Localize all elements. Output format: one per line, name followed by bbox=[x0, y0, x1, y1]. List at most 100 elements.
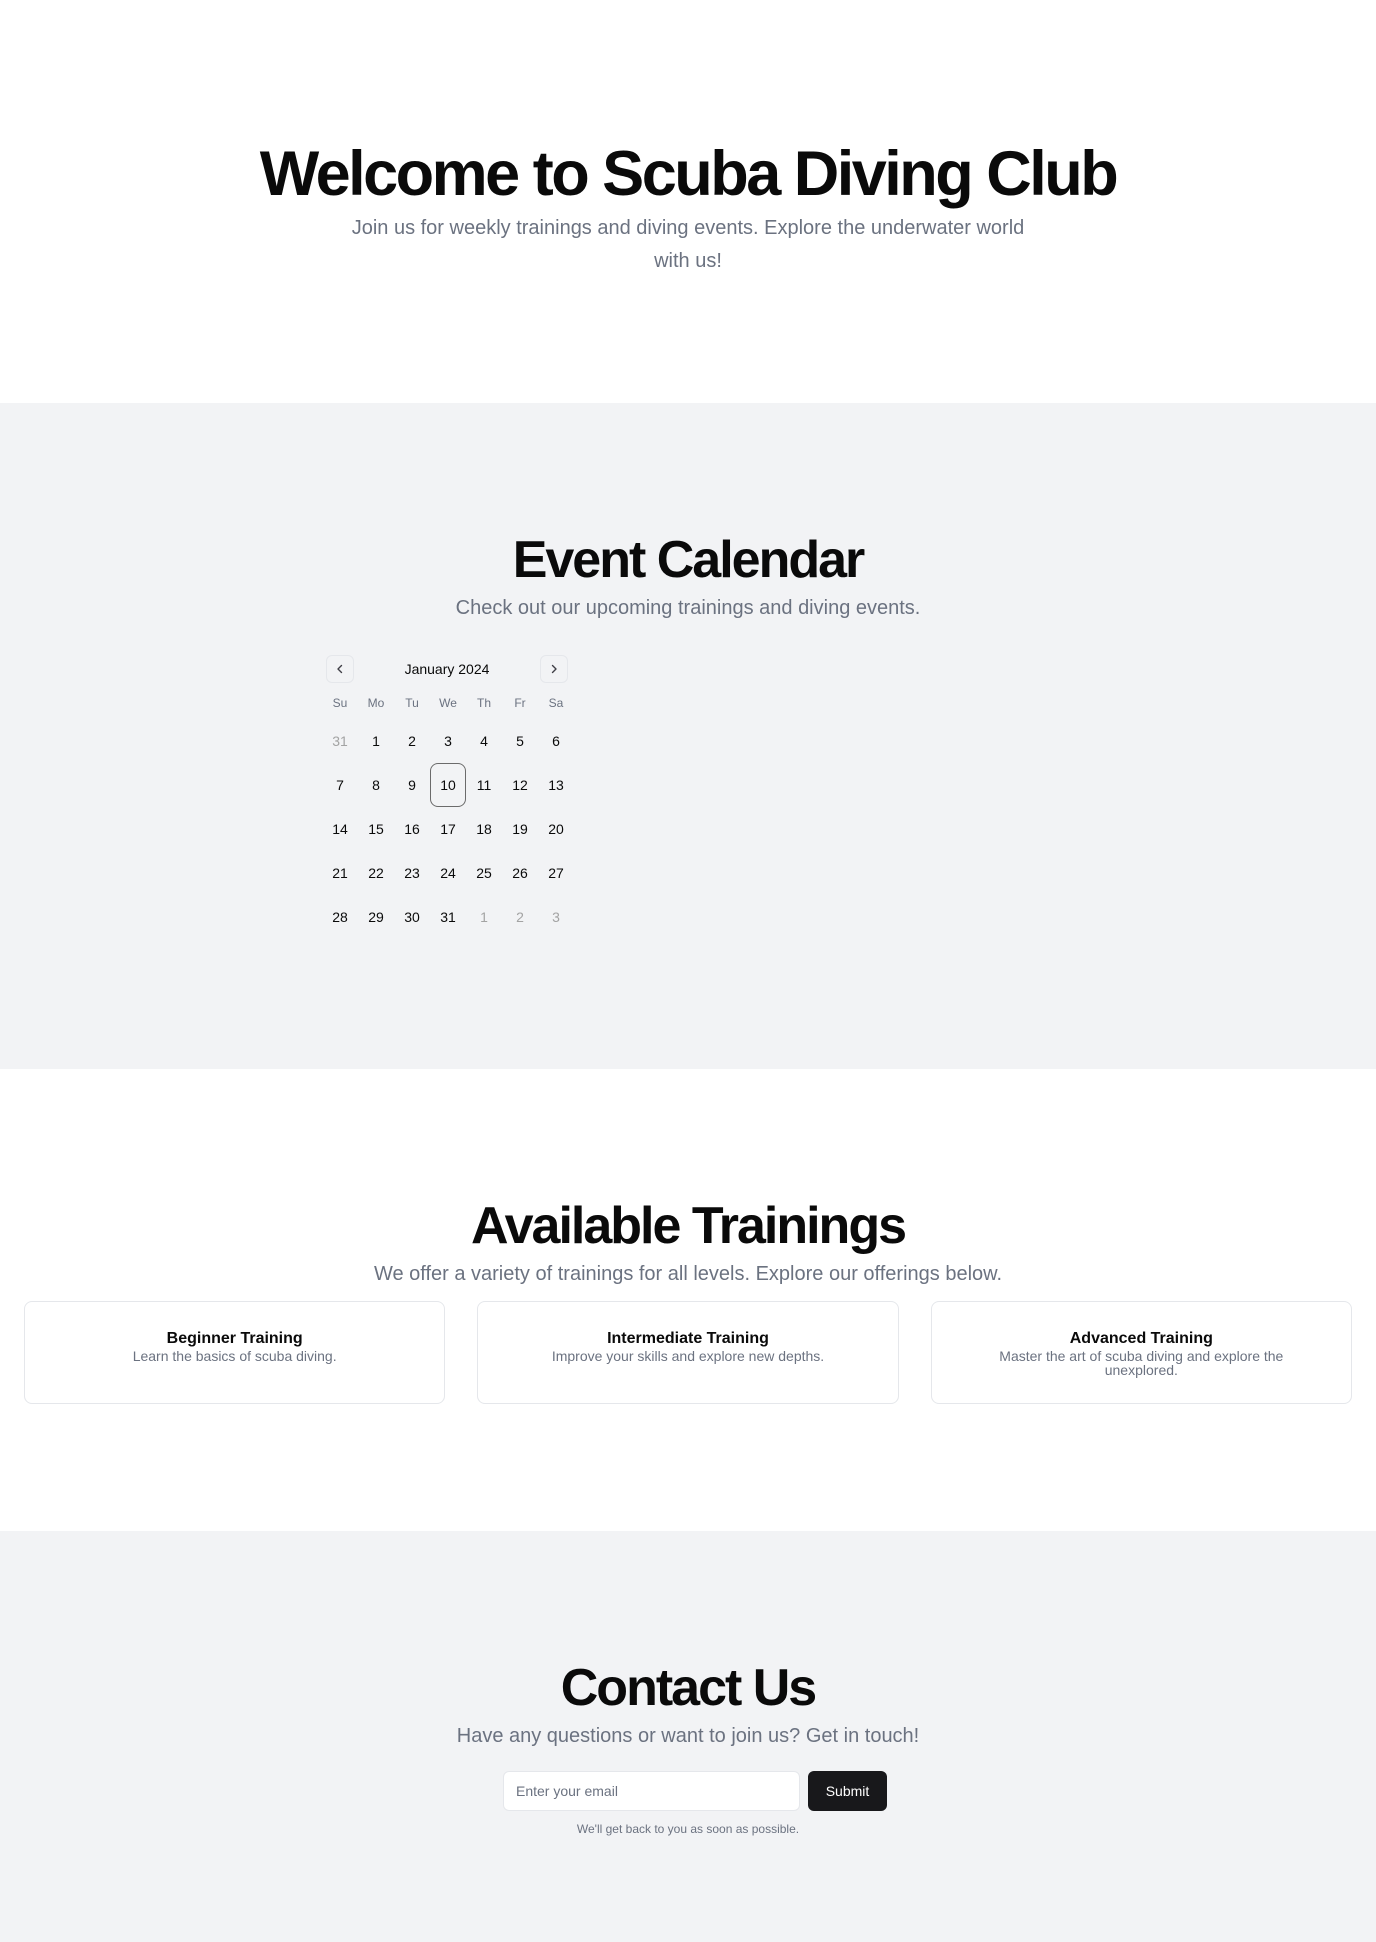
calendar-section-title: Event Calendar bbox=[512, 531, 866, 589]
hero-section: Welcome to Scuba Diving Club Join us for… bbox=[0, 0, 1376, 403]
training-card-description: Improve your skills and explore new dept… bbox=[551, 1348, 825, 1364]
training-card-intermediate: Intermediate Training Improve your skill… bbox=[477, 1301, 899, 1404]
calendar-day[interactable]: 2 bbox=[394, 719, 430, 763]
calendar-day-label: 23 bbox=[404, 865, 420, 881]
calendar-day-outside[interactable]: 1 bbox=[466, 895, 502, 939]
calendar-day[interactable]: 27 bbox=[538, 851, 574, 895]
hero-subtitle: Join us for weekly trainings and diving … bbox=[351, 217, 1025, 272]
calendar-day-label: 14 bbox=[332, 821, 348, 837]
calendar-day-label: 5 bbox=[516, 733, 524, 749]
calendar-day[interactable]: 17 bbox=[430, 807, 466, 851]
calendar-day-label: 25 bbox=[476, 865, 492, 881]
calendar-day-label: 31 bbox=[332, 733, 348, 749]
calendar-day[interactable]: 8 bbox=[358, 763, 394, 807]
calendar-day-label: 2 bbox=[516, 909, 524, 925]
calendar-day-label: 3 bbox=[444, 733, 452, 749]
calendar-day[interactable]: 3 bbox=[430, 719, 466, 763]
calendar-day-label: 11 bbox=[476, 777, 492, 793]
calendar-day-label: 1 bbox=[480, 909, 488, 925]
calendar-day-outside[interactable]: 31 bbox=[322, 719, 358, 763]
calendar-day-label: 30 bbox=[404, 909, 420, 925]
calendar-day[interactable]: 26 bbox=[502, 851, 538, 895]
calendar-day[interactable]: 9 bbox=[394, 763, 430, 807]
calendar-day-label: 6 bbox=[552, 733, 560, 749]
calendar-day-label: 7 bbox=[336, 777, 344, 793]
calendar-day-label: 13 bbox=[548, 777, 564, 793]
calendar-day-label: 15 bbox=[368, 821, 384, 837]
calendar-day[interactable]: 24 bbox=[430, 851, 466, 895]
calendar-day[interactable]: 12 bbox=[502, 763, 538, 807]
trainings-section-subtitle: We offer a variety of trainings for all … bbox=[373, 1263, 1003, 1285]
calendar-day[interactable]: 4 bbox=[466, 719, 502, 763]
previous-month-button[interactable] bbox=[326, 655, 354, 683]
calendar-day-outside[interactable]: 3 bbox=[538, 895, 574, 939]
calendar-day[interactable]: 23 bbox=[394, 851, 430, 895]
calendar-weekdays: Su Mo Tu We Th Fr Sa bbox=[322, 695, 570, 711]
calendar-day[interactable]: 16 bbox=[394, 807, 430, 851]
weekday-label: Su bbox=[332, 696, 348, 710]
calendar-day-label: 28 bbox=[332, 909, 348, 925]
calendar-day[interactable]: 30 bbox=[394, 895, 430, 939]
calendar-day[interactable]: 6 bbox=[538, 719, 574, 763]
calendar-day-label: 18 bbox=[476, 821, 492, 837]
calendar-day[interactable]: 28 bbox=[322, 895, 358, 939]
calendar-day[interactable]: 15 bbox=[358, 807, 394, 851]
calendar-day-label: 20 bbox=[548, 821, 564, 837]
calendar-day-label: 31 bbox=[440, 909, 456, 925]
calendar-day[interactable]: 21 bbox=[322, 851, 358, 895]
calendar-month-label: January 2024 bbox=[404, 661, 490, 677]
calendar-day[interactable]: 29 bbox=[358, 895, 394, 939]
calendar-day-label: 12 bbox=[512, 777, 528, 793]
training-card-title: Beginner Training bbox=[166, 1330, 303, 1347]
next-month-button[interactable] bbox=[540, 655, 568, 683]
calendar-day[interactable]: 13 bbox=[538, 763, 574, 807]
calendar-day[interactable]: 1 bbox=[358, 719, 394, 763]
weekday-label: Th bbox=[476, 696, 491, 710]
calendar-day-label: 29 bbox=[368, 909, 384, 925]
calendar-section-subtitle: Check out our upcoming trainings and div… bbox=[455, 597, 921, 619]
calendar-day[interactable]: 7 bbox=[322, 763, 358, 807]
calendar-day[interactable]: 11 bbox=[466, 763, 502, 807]
calendar-day[interactable]: 20 bbox=[538, 807, 574, 851]
weekday-label: Tu bbox=[405, 696, 419, 710]
calendar-day-label: 26 bbox=[512, 865, 528, 881]
calendar-day-label: 1 bbox=[372, 733, 380, 749]
training-card-description: Master the art of scuba diving and explo… bbox=[999, 1348, 1284, 1378]
event-calendar-section: Event Calendar Check out our upcoming tr… bbox=[0, 403, 1376, 1069]
weekday-label: Mo bbox=[367, 696, 385, 710]
calendar-day-label: 22 bbox=[368, 865, 384, 881]
training-cards: Beginner Training Learn the basics of sc… bbox=[0, 1301, 1376, 1404]
event-calendar: January 2024 Su Mo Tu We Th Fr Sa 31 1 2 3 4 5 6 7 8 9 1… bbox=[316, 655, 576, 939]
trainings-section-title: Available Trainings bbox=[470, 1197, 907, 1255]
calendar-day[interactable]: 18 bbox=[466, 807, 502, 851]
calendar-day-label: 4 bbox=[480, 733, 488, 749]
calendar-day-label: 24 bbox=[440, 865, 456, 881]
calendar-day[interactable]: 5 bbox=[502, 719, 538, 763]
calendar-day-label: 21 bbox=[332, 865, 348, 881]
calendar-day-label: 16 bbox=[404, 821, 420, 837]
calendar-day[interactable]: 31 bbox=[430, 895, 466, 939]
calendar-day-outside[interactable]: 2 bbox=[502, 895, 538, 939]
submit-button[interactable]: Submit bbox=[808, 1771, 887, 1811]
trainings-section: Available Trainings We offer a variety o… bbox=[0, 1069, 1376, 1531]
training-card-description: Learn the basics of scuba diving. bbox=[132, 1348, 337, 1364]
email-input[interactable] bbox=[503, 1771, 800, 1811]
training-card-title: Intermediate Training bbox=[607, 1330, 769, 1347]
calendar-day[interactable]: 19 bbox=[502, 807, 538, 851]
chevron-right-icon bbox=[551, 664, 557, 674]
calendar-day-label: 27 bbox=[548, 865, 564, 881]
calendar-day-selected[interactable]: 10 bbox=[430, 763, 466, 807]
weekday-label: Fr bbox=[514, 696, 526, 710]
calendar-day-label: 3 bbox=[552, 909, 560, 925]
contact-section-title: Contact Us bbox=[560, 1659, 817, 1717]
calendar-header: January 2024 bbox=[322, 655, 570, 683]
calendar-day-grid: 31 1 2 3 4 5 6 7 8 9 10 11 12 13 14 15 16 17 18 19 20 21 22 23 2… bbox=[322, 719, 570, 939]
calendar-day[interactable]: 25 bbox=[466, 851, 502, 895]
calendar-day-label: 9 bbox=[408, 777, 416, 793]
calendar-day[interactable]: 22 bbox=[358, 851, 394, 895]
chevron-left-icon bbox=[337, 664, 343, 674]
calendar-day[interactable]: 14 bbox=[322, 807, 358, 851]
contact-section-subtitle: Have any questions or want to join us? G… bbox=[456, 1725, 920, 1747]
contact-section: Contact Us Have any questions or want to… bbox=[0, 1531, 1376, 1942]
calendar-day-label: 19 bbox=[512, 821, 528, 837]
